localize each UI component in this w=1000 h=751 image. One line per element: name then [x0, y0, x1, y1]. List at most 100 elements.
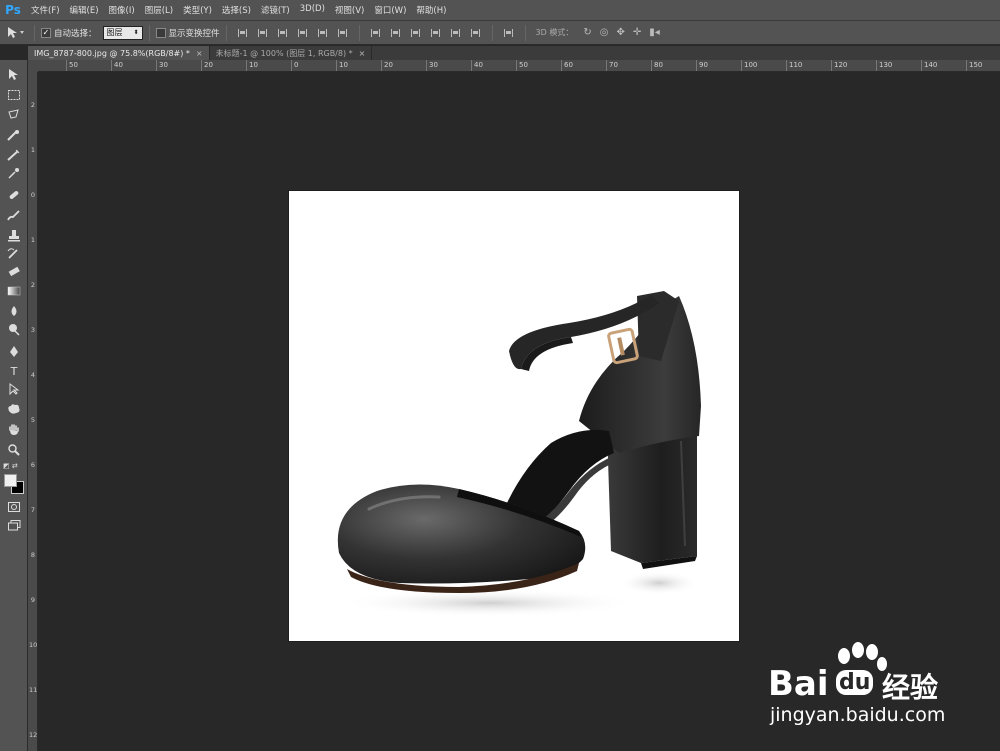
- ruler-tick: [741, 60, 742, 71]
- ruler-corner[interactable]: [28, 60, 38, 72]
- lasso-tool-icon[interactable]: [4, 106, 24, 124]
- ruler-tick: [246, 60, 247, 71]
- hand-tool-icon[interactable]: [4, 420, 24, 438]
- menu-view[interactable]: 视图(V): [330, 4, 369, 16]
- auto-select-target-dropdown[interactable]: 图层 ⬍: [102, 25, 143, 40]
- ruler-tick: [66, 60, 67, 71]
- zoom-tool-icon[interactable]: [4, 440, 24, 458]
- quick-mask-icon[interactable]: [4, 498, 24, 516]
- ruler-label: 130: [879, 61, 893, 69]
- align-left-icon[interactable]: [296, 26, 310, 40]
- ruler-tick: [561, 60, 562, 71]
- ruler-label: 20: [384, 61, 393, 69]
- pen-tool-icon[interactable]: [4, 342, 24, 360]
- ruler-tick: [291, 60, 292, 71]
- distribute-left-icon[interactable]: [429, 26, 443, 40]
- ruler-label: 12: [29, 731, 38, 739]
- ruler-label: 30: [429, 61, 438, 69]
- marquee-tool-icon[interactable]: [4, 86, 24, 104]
- ruler-tick: [471, 60, 472, 71]
- type-tool-icon[interactable]: T: [4, 362, 24, 380]
- document-canvas[interactable]: [289, 191, 739, 641]
- ruler-tick: [381, 60, 382, 71]
- history-brush-tool-icon[interactable]: [4, 244, 24, 262]
- menu-filter[interactable]: 滤镜(T): [256, 4, 295, 16]
- close-icon[interactable]: ×: [359, 49, 366, 58]
- ruler-label: 120: [834, 61, 848, 69]
- shoe-image: [337, 291, 701, 617]
- ruler-label: 11: [29, 686, 38, 694]
- distribute-bottom-icon[interactable]: [409, 26, 423, 40]
- dodge-tool-icon[interactable]: [4, 320, 24, 338]
- roll-3d-icon[interactable]: ◎: [600, 27, 609, 38]
- ruler-label: 3: [30, 326, 36, 334]
- align-vcenter-icon[interactable]: [256, 26, 270, 40]
- clone-stamp-tool-icon[interactable]: [4, 226, 24, 244]
- ruler-label: 40: [474, 61, 483, 69]
- screen-mode-icon[interactable]: [4, 516, 24, 534]
- quick-select-tool-icon[interactable]: [4, 126, 24, 144]
- menu-window[interactable]: 窗口(W): [369, 4, 411, 16]
- ruler-tick: [201, 60, 202, 71]
- tab-untitled-1[interactable]: 未标题-1 @ 100% (图层 1, RGB/8) * ×: [210, 46, 373, 60]
- distribute-right-icon[interactable]: [469, 26, 483, 40]
- eraser-tool-icon[interactable]: [4, 262, 24, 280]
- close-icon[interactable]: ×: [196, 49, 203, 58]
- watermark-du: du: [836, 670, 874, 695]
- healing-brush-tool-icon[interactable]: [4, 186, 24, 204]
- tab-label: 未标题-1 @ 100% (图层 1, RGB/8) *: [215, 48, 353, 58]
- vertical-ruler[interactable]: 2 1 0 1 2 3 4 5 6 7 8 9 10 11 12: [28, 72, 38, 751]
- move-tool-icon[interactable]: [4, 66, 24, 84]
- rotate-3d-icon[interactable]: ↻: [583, 27, 591, 38]
- distribute-top-icon[interactable]: [369, 26, 383, 40]
- ruler-label: 10: [249, 61, 258, 69]
- watermark-jingyan: 经验: [882, 671, 939, 704]
- align-bottom-icon[interactable]: [276, 26, 290, 40]
- menu-file[interactable]: 文件(F): [26, 4, 65, 16]
- align-hcenter-icon[interactable]: [316, 26, 330, 40]
- eyedropper-tool-icon[interactable]: [4, 164, 24, 182]
- ruler-label: 2: [30, 281, 36, 289]
- blur-tool-icon[interactable]: [4, 302, 24, 320]
- menu-bar: Ps 文件(F) 编辑(E) 图像(I) 图层(L) 类型(Y) 选择(S) 滤…: [0, 0, 1000, 21]
- show-transform-checkbox[interactable]: [155, 27, 166, 38]
- drag-3d-icon[interactable]: ✥: [616, 27, 624, 38]
- ruler-label: 80: [654, 61, 663, 69]
- ruler-label: 20: [204, 61, 213, 69]
- separator: [148, 24, 150, 41]
- ruler-label: 150: [969, 61, 983, 69]
- separator: [34, 24, 35, 41]
- move-tool-preset-icon[interactable]: [6, 24, 28, 42]
- photoshop-logo: Ps: [5, 3, 21, 17]
- menu-edit[interactable]: 编辑(E): [65, 4, 104, 16]
- ruler-label: 8: [30, 551, 36, 559]
- separator: [358, 24, 360, 41]
- auto-select-label: 自动选择：: [54, 28, 97, 39]
- ruler-label: 50: [69, 61, 78, 69]
- scale-3d-icon[interactable]: ▮◂: [649, 27, 660, 38]
- auto-align-layers-icon[interactable]: [502, 26, 516, 40]
- menu-layer[interactable]: 图层(L): [140, 4, 178, 16]
- menu-image[interactable]: 图像(I): [104, 4, 140, 16]
- foreground-color-swatch[interactable]: [4, 474, 17, 487]
- horizontal-ruler[interactable]: 50 40 30 20 10 0 10 20 30 40 50 60 70 80 90 100 110 120 13…: [38, 60, 1000, 72]
- menu-help[interactable]: 帮助(H): [411, 4, 451, 16]
- menu-3d[interactable]: 3D(D): [295, 4, 330, 16]
- gradient-tool-icon[interactable]: [4, 282, 24, 300]
- slide-3d-icon[interactable]: ✛: [633, 27, 641, 38]
- auto-select-checkbox[interactable]: ✓: [41, 27, 51, 38]
- menu-type[interactable]: 类型(Y): [178, 4, 217, 16]
- ruler-label: 140: [924, 61, 938, 69]
- align-right-icon[interactable]: [336, 26, 350, 40]
- custom-shape-tool-icon[interactable]: [4, 400, 24, 418]
- distribute-hcenter-icon[interactable]: [449, 26, 463, 40]
- menu-select[interactable]: 选择(S): [217, 4, 256, 16]
- default-colors-icon[interactable]: ◩ ⇄: [3, 462, 18, 470]
- path-selection-tool-icon[interactable]: [4, 380, 24, 398]
- crop-tool-icon[interactable]: [4, 146, 24, 164]
- menu-items: 文件(F) 编辑(E) 图像(I) 图层(L) 类型(Y) 选择(S) 滤镜(T…: [26, 4, 451, 16]
- align-top-icon[interactable]: [236, 26, 250, 40]
- brush-tool-icon[interactable]: [4, 206, 24, 224]
- distribute-vcenter-icon[interactable]: [389, 26, 403, 40]
- tab-img-8787[interactable]: IMG_8787-800.jpg @ 75.8%(RGB/8#) * ×: [28, 46, 210, 60]
